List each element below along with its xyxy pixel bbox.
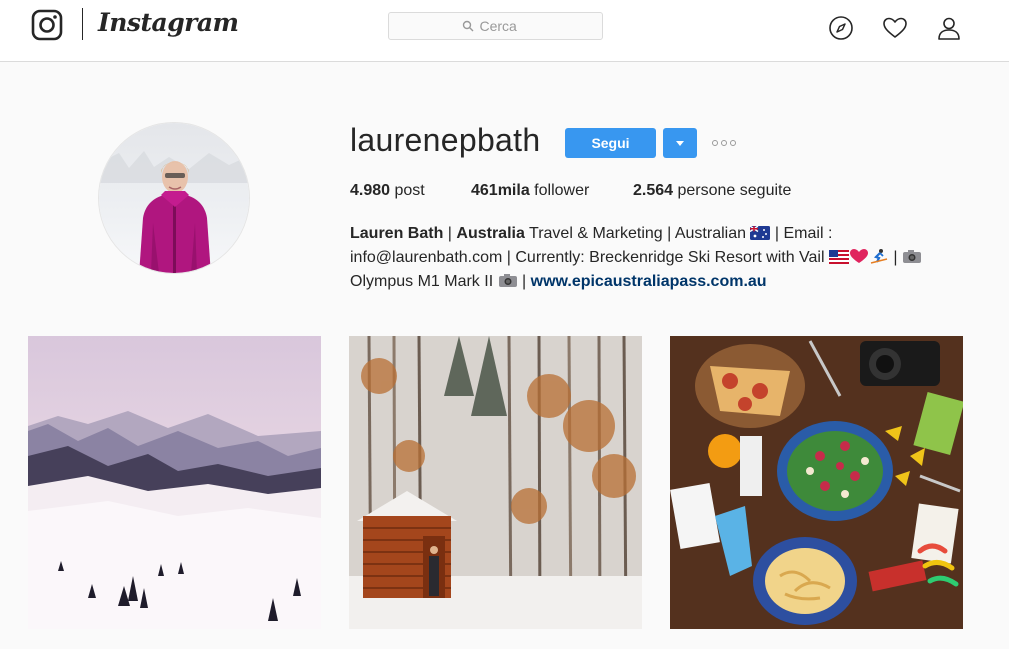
posts-count: 4.980 post	[350, 182, 425, 200]
red-heart-icon	[849, 249, 868, 263]
bio-separator: |	[443, 225, 457, 242]
search-box[interactable]	[388, 12, 603, 40]
bio-text: Olympus M1 Mark II	[350, 273, 498, 290]
post-thumbnail[interactable]	[28, 336, 321, 629]
ellipsis-dot-icon	[721, 140, 727, 146]
heart-icon[interactable]	[882, 15, 908, 41]
post-thumbnail[interactable]	[670, 336, 963, 629]
bio-country: Australia	[456, 225, 525, 242]
bio-line-2: info@laurenbath.com | Currently: Brecken…	[350, 246, 960, 270]
bio-full-name: Lauren Bath	[350, 225, 444, 242]
search-input[interactable]	[479, 18, 530, 34]
food-spread-photo	[670, 336, 963, 629]
camera-icon	[903, 250, 922, 263]
bio-text: | Email :	[770, 225, 833, 242]
chevron-down-icon	[676, 140, 684, 146]
top-navigation-bar: Instagram	[0, 0, 1009, 62]
snowy-cabin-photo	[349, 336, 642, 629]
following-count-label: persone seguite	[677, 182, 792, 199]
followers-count-value: 461mila	[471, 182, 530, 199]
search-icon	[462, 20, 473, 32]
post-thumbnail[interactable]	[349, 336, 642, 629]
suggestions-dropdown-button[interactable]	[663, 128, 697, 158]
followers-count-label: follower	[534, 182, 590, 199]
australia-flag-icon	[750, 226, 771, 240]
following-count-value: 2.564	[633, 182, 674, 199]
instagram-wordmark[interactable]: Instagram	[98, 8, 239, 37]
profile-bio: Lauren Bath | Australia Travel & Marketi…	[350, 222, 960, 294]
compass-icon[interactable]	[828, 15, 854, 41]
following-count[interactable]: 2.564 persone seguite	[633, 182, 791, 200]
follow-button[interactable]: Segui	[565, 128, 656, 158]
ellipsis-dot-icon	[712, 140, 718, 146]
bio-text: info@laurenbath.com | Currently: Brecken…	[350, 249, 829, 266]
ellipsis-dot-icon	[730, 140, 736, 146]
profile-avatar[interactable]	[98, 122, 250, 274]
more-options-button[interactable]	[708, 134, 740, 152]
usa-flag-icon	[828, 250, 849, 264]
instagram-logo-icon[interactable]	[31, 9, 63, 41]
skier-icon	[870, 249, 888, 264]
camera-icon	[498, 274, 517, 287]
posts-count-label: post	[394, 182, 425, 199]
profile-icon[interactable]	[936, 15, 962, 41]
bio-text: Travel & Marketing | Australian	[524, 225, 751, 242]
snowy-mountain-photo	[28, 336, 321, 629]
bio-separator: |	[517, 273, 531, 290]
profile-username: laurenepbath	[350, 122, 541, 158]
bio-website-link[interactable]: www.epicaustraliapass.com.au	[531, 273, 767, 290]
followers-count[interactable]: 461mila follower	[471, 182, 589, 200]
bio-text: |	[888, 249, 903, 266]
logo-divider	[82, 8, 83, 40]
bio-line-1: Lauren Bath | Australia Travel & Marketi…	[350, 222, 960, 246]
posts-count-value: 4.980	[350, 182, 391, 199]
bio-line-3: Olympus M1 Mark II | www.epicaustraliapa…	[350, 270, 960, 294]
